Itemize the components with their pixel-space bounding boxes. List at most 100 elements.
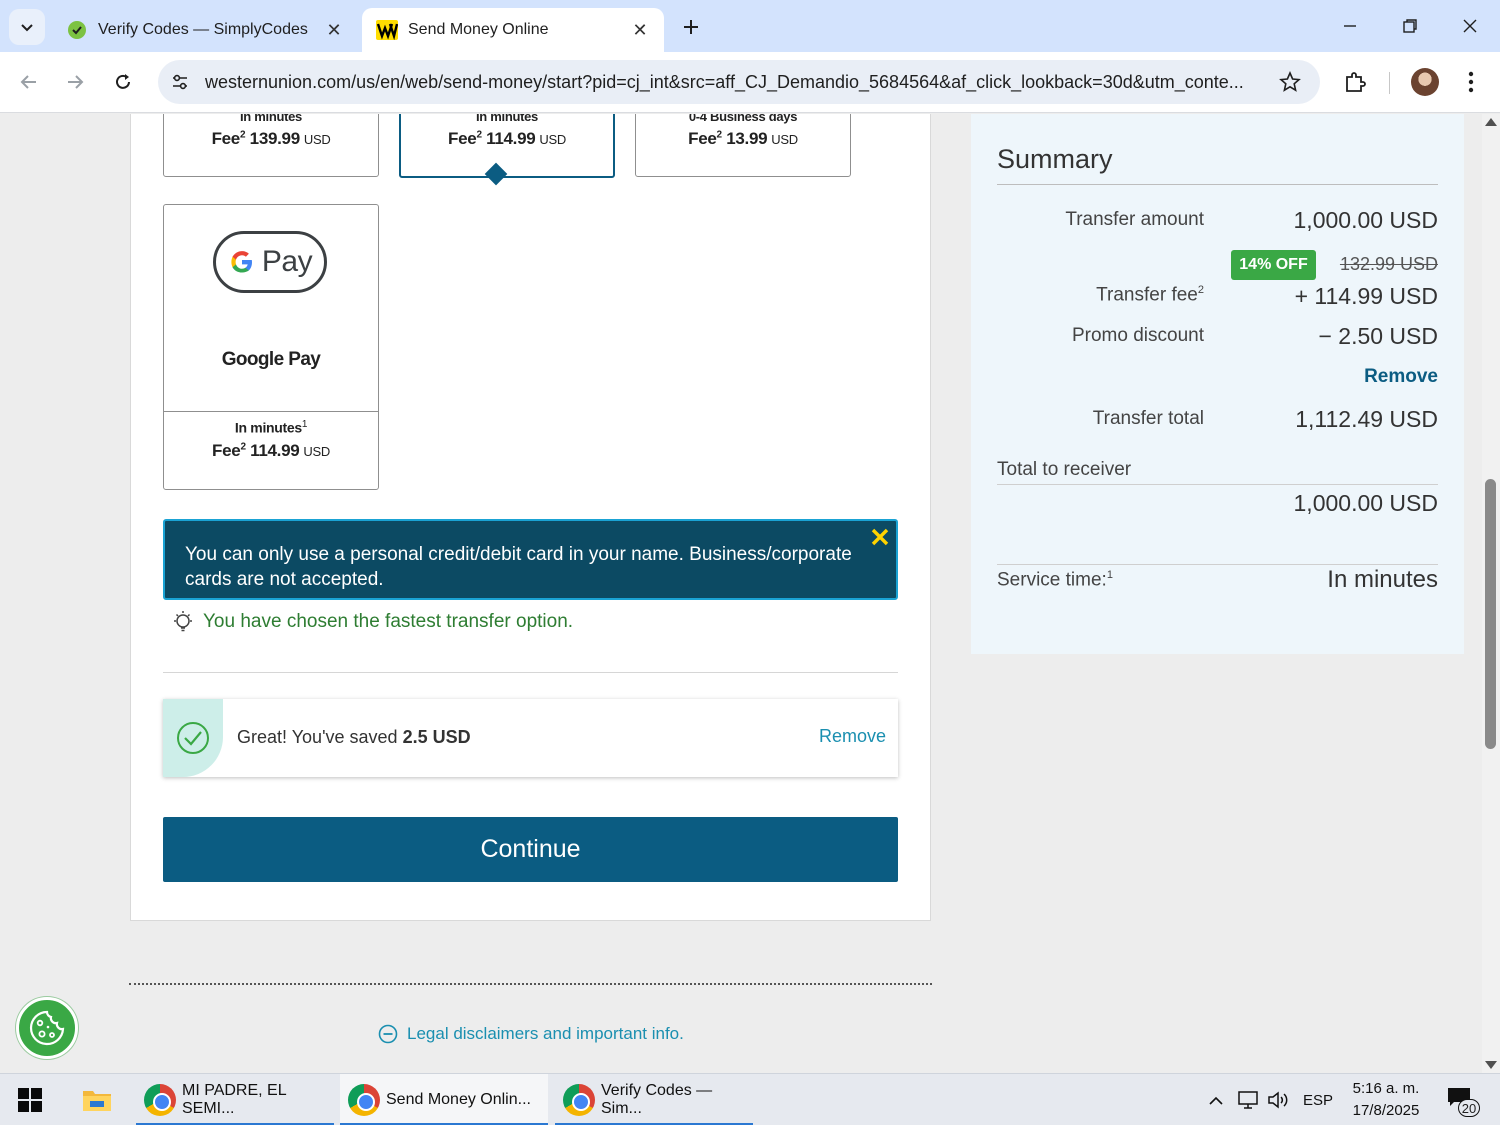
browser-toolbar: westernunion.com/us/en/web/send-money/st… xyxy=(0,52,1500,113)
pay-logo-text: Pay xyxy=(261,245,313,278)
option-speed: In minutes1 xyxy=(234,419,308,436)
new-tab-button[interactable] xyxy=(676,12,706,42)
payment-method-name: Google Pay xyxy=(221,349,321,370)
url-text: westernunion.com/us/en/web/send-money/st… xyxy=(205,72,1244,92)
option-fee: Fee2 114.99 USD xyxy=(448,129,566,148)
tab-close-icon[interactable]: ✕ xyxy=(324,20,344,40)
delivery-option-1[interactable]: In minutes Fee2 139.99 USD xyxy=(163,114,379,177)
close-window-button[interactable] xyxy=(1454,10,1486,42)
lightbulb-icon xyxy=(170,609,196,635)
taskbar-app-1[interactable]: MI PADRE, EL SEMI... xyxy=(136,1074,334,1125)
collapse-minus-icon xyxy=(378,1024,398,1044)
tab-close-icon[interactable]: ✕ xyxy=(630,20,650,40)
language-indicator[interactable]: ESP xyxy=(1300,1088,1336,1112)
notification-center-button[interactable]: 20 xyxy=(1446,1086,1480,1117)
bookmark-star-icon[interactable] xyxy=(1278,70,1302,94)
back-button[interactable] xyxy=(13,66,45,98)
chrome-menu-button[interactable] xyxy=(1456,67,1486,97)
scroll-down-arrow-icon[interactable] xyxy=(1485,1061,1497,1069)
legal-disclaimers-link[interactable]: Legal disclaimers and important info. xyxy=(378,1022,684,1046)
puzzle-icon xyxy=(1346,72,1366,92)
system-clock[interactable]: 5:16 a. m. 17/8/2025 xyxy=(1340,1078,1432,1122)
legal-link-text: Legal disclaimers and important info. xyxy=(407,1024,684,1043)
profile-avatar[interactable] xyxy=(1411,68,1439,96)
taskbar-app-3[interactable]: Verify Codes — Sim... xyxy=(555,1074,753,1125)
taskbar-app-title: MI PADRE, EL SEMI... xyxy=(182,1082,287,1117)
restore-icon xyxy=(1403,19,1417,33)
tab-strip: Verify Codes — SimplyCodes ✕ Send Money … xyxy=(0,0,1500,52)
restore-button[interactable] xyxy=(1394,10,1426,42)
total-to-receiver-label: Total to receiver xyxy=(997,459,1132,480)
minimize-button[interactable] xyxy=(1334,10,1366,42)
transfer-fee-label: Transfer fee2 xyxy=(1096,284,1204,306)
service-divider xyxy=(997,564,1438,565)
more-vertical-icon xyxy=(1468,71,1474,93)
total-to-receiver-value: 1,000.00 USD xyxy=(1293,490,1438,516)
chrome-icon xyxy=(144,1084,176,1116)
notification-count-badge: 20 xyxy=(1458,1099,1480,1117)
forward-button[interactable] xyxy=(59,66,91,98)
option-fee: Fee2 13.99 USD xyxy=(688,129,798,148)
transfer-total-value: 1,112.49 USD xyxy=(1295,406,1438,432)
tray-expand-icon[interactable] xyxy=(1204,1088,1228,1112)
transfer-amount-value: 1,000.00 USD xyxy=(1293,207,1438,233)
card-notice-banner: You can only use a personal credit/debit… xyxy=(163,519,898,600)
transfer-fee-value: + 114.99 USD xyxy=(1294,283,1438,309)
volume-icon[interactable] xyxy=(1266,1088,1292,1112)
delivery-option-3[interactable]: 0-4 Business days Fee2 13.99 USD xyxy=(635,114,851,177)
tab-title: Send Money Online xyxy=(408,21,549,38)
reload-button[interactable] xyxy=(107,66,139,98)
chrome-icon xyxy=(563,1084,595,1116)
transfer-amount-label: Transfer amount xyxy=(1065,209,1204,230)
transfer-total-label: Transfer total xyxy=(1092,408,1204,429)
tab-verify-codes[interactable]: Verify Codes — SimplyCodes ✕ xyxy=(52,8,358,52)
toolbar-separator xyxy=(1389,72,1390,94)
promo-saved-text: Great! You've saved 2.5 USD xyxy=(237,727,471,747)
check-circle-icon xyxy=(177,722,209,754)
tab-search-button[interactable] xyxy=(9,9,45,45)
summary-title-divider xyxy=(997,184,1438,185)
windows-taskbar: MI PADRE, EL SEMI... Send Money Onlin...… xyxy=(0,1073,1500,1125)
chevron-down-icon xyxy=(21,24,33,32)
option-fee: Fee2 114.99 USD xyxy=(212,441,330,460)
plus-icon xyxy=(684,20,698,34)
western-union-favicon-icon xyxy=(376,19,398,41)
scrollbar-thumb[interactable] xyxy=(1485,479,1496,749)
site-settings-icon[interactable] xyxy=(168,70,192,94)
summary-remove-promo-link[interactable]: Remove xyxy=(1364,366,1438,388)
promo-remove-link[interactable]: Remove xyxy=(819,726,886,747)
google-pay-option[interactable]: Pay Google Pay In minutes1 Fee2 114.99 US… xyxy=(163,204,379,490)
clock-date: 17/8/2025 xyxy=(1352,1102,1420,1119)
scroll-up-arrow-icon[interactable] xyxy=(1485,118,1497,126)
tab-send-money[interactable]: Send Money Online ✕ xyxy=(362,8,664,52)
promo-discount-value: − 2.50 USD xyxy=(1318,323,1438,349)
delivery-option-2-selected[interactable]: In minutes Fee2 114.99 USD xyxy=(399,114,615,178)
option-speed: In minutes xyxy=(239,114,302,124)
address-bar[interactable]: westernunion.com/us/en/web/send-money/st… xyxy=(158,60,1320,104)
chrome-icon xyxy=(348,1084,380,1116)
arrow-right-icon xyxy=(68,75,84,89)
cookie-icon xyxy=(29,1010,65,1046)
summary-panel: Summary Transfer amount 1,000.00 USD 14%… xyxy=(971,114,1464,654)
page-content: In minutes Fee2 139.99 USD In minutes Fee… xyxy=(0,114,1482,1073)
reload-icon xyxy=(116,74,130,89)
cookie-settings-button[interactable] xyxy=(16,997,78,1059)
windows-start-icon[interactable] xyxy=(18,1088,42,1112)
taskbar-app-title: Verify Codes — Sim... xyxy=(601,1082,713,1117)
service-time-value: In minutes xyxy=(1327,566,1438,593)
option-fee: Fee2 139.99 USD xyxy=(211,129,331,148)
file-explorer-icon[interactable] xyxy=(82,1087,112,1113)
minimize-icon xyxy=(1344,25,1356,27)
page-scrollbar[interactable] xyxy=(1482,114,1500,1073)
extensions-button[interactable] xyxy=(1340,67,1370,97)
promo-discount-label: Promo discount xyxy=(1071,325,1204,346)
google-g-icon xyxy=(231,251,252,273)
network-icon[interactable] xyxy=(1236,1088,1260,1112)
option-speed: In minutes xyxy=(475,114,538,124)
taskbar-app-2[interactable]: Send Money Onlin... xyxy=(340,1074,548,1125)
simplycodes-favicon-icon xyxy=(66,19,88,41)
notice-close-button[interactable] xyxy=(868,525,892,549)
continue-button[interactable]: Continue xyxy=(163,817,898,882)
notice-message: You can only use a personal credit/debit… xyxy=(185,544,852,590)
original-fee-strikethrough: 132.99 USD xyxy=(1339,254,1438,274)
